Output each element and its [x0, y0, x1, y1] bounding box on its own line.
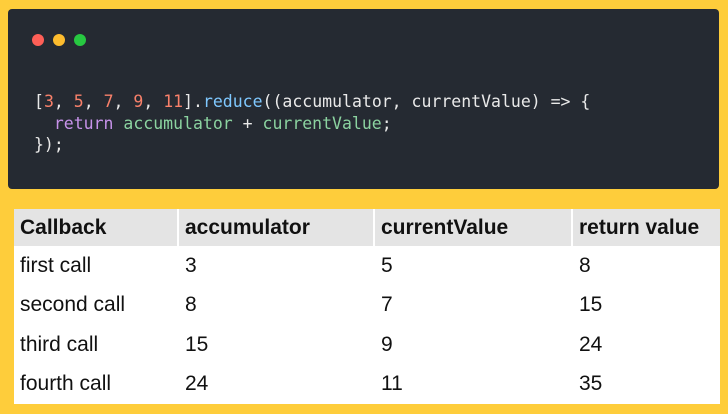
- table-header-row: Callback accumulator currentValue return…: [14, 209, 720, 246]
- code-snippet: [3, 5, 7, 9, 11].reduce((accumulator, cu…: [34, 91, 590, 156]
- code-number: 3: [43, 92, 54, 111]
- reduce-calls-table: Callback accumulator currentValue return…: [14, 209, 720, 404]
- table-row: fourth call 24 11 35: [14, 365, 720, 405]
- code-operator: +: [232, 113, 263, 133]
- table-row: third call 15 9 24: [14, 325, 720, 365]
- code-separator: ,: [143, 92, 164, 111]
- cell-accumulator: 15: [185, 332, 209, 356]
- code-params: ((accumulator, currentValue) => {: [262, 92, 591, 111]
- code-variable: accumulator: [123, 113, 233, 133]
- table-row: second call 8 7 15: [14, 286, 720, 326]
- code-variable: currentValue: [262, 113, 382, 133]
- code-open-bracket: [: [34, 92, 44, 111]
- code-number: 11: [163, 92, 184, 111]
- table-row: first call 3 5 8: [14, 246, 720, 286]
- cell-current-value: 9: [381, 332, 393, 356]
- code-separator: ,: [83, 92, 104, 111]
- header-callback: Callback: [14, 209, 179, 246]
- code-window: [3, 5, 7, 9, 11].reduce((accumulator, cu…: [8, 9, 719, 189]
- header-return-value: return value: [572, 209, 720, 246]
- code-number: 7: [103, 92, 114, 111]
- code-keyword: return: [53, 113, 114, 133]
- cell-current-value: 7: [381, 293, 393, 317]
- code-method: reduce: [202, 92, 263, 111]
- code-close-bracket: ].: [183, 92, 203, 111]
- cell-accumulator: 3: [185, 253, 197, 277]
- code-separator: ,: [53, 92, 74, 111]
- code-semicolon: ;: [381, 113, 392, 133]
- maximize-dot-icon[interactable]: [74, 34, 86, 46]
- cell-return-value: 35: [579, 372, 603, 396]
- code-number: 5: [73, 92, 84, 111]
- cell-return-value: 24: [579, 332, 603, 356]
- cell-accumulator: 8: [185, 293, 197, 317]
- cell-current-value: 11: [381, 372, 403, 396]
- cell-callback: second call: [20, 293, 126, 317]
- cell-callback: fourth call: [20, 372, 112, 396]
- code-number: 9: [133, 92, 144, 111]
- minimize-dot-icon[interactable]: [53, 34, 65, 46]
- close-dot-icon[interactable]: [32, 34, 44, 46]
- cell-return-value: 8: [579, 253, 591, 277]
- cell-callback: third call: [20, 332, 99, 356]
- cell-accumulator: 24: [185, 372, 209, 396]
- header-accumulator: accumulator: [178, 209, 375, 246]
- cell-current-value: 5: [381, 253, 393, 277]
- cell-return-value: 15: [579, 293, 603, 317]
- code-closing: });: [34, 135, 64, 154]
- cell-callback: first call: [20, 253, 92, 277]
- header-current-value: currentValue: [374, 209, 573, 246]
- code-separator: ,: [113, 92, 134, 111]
